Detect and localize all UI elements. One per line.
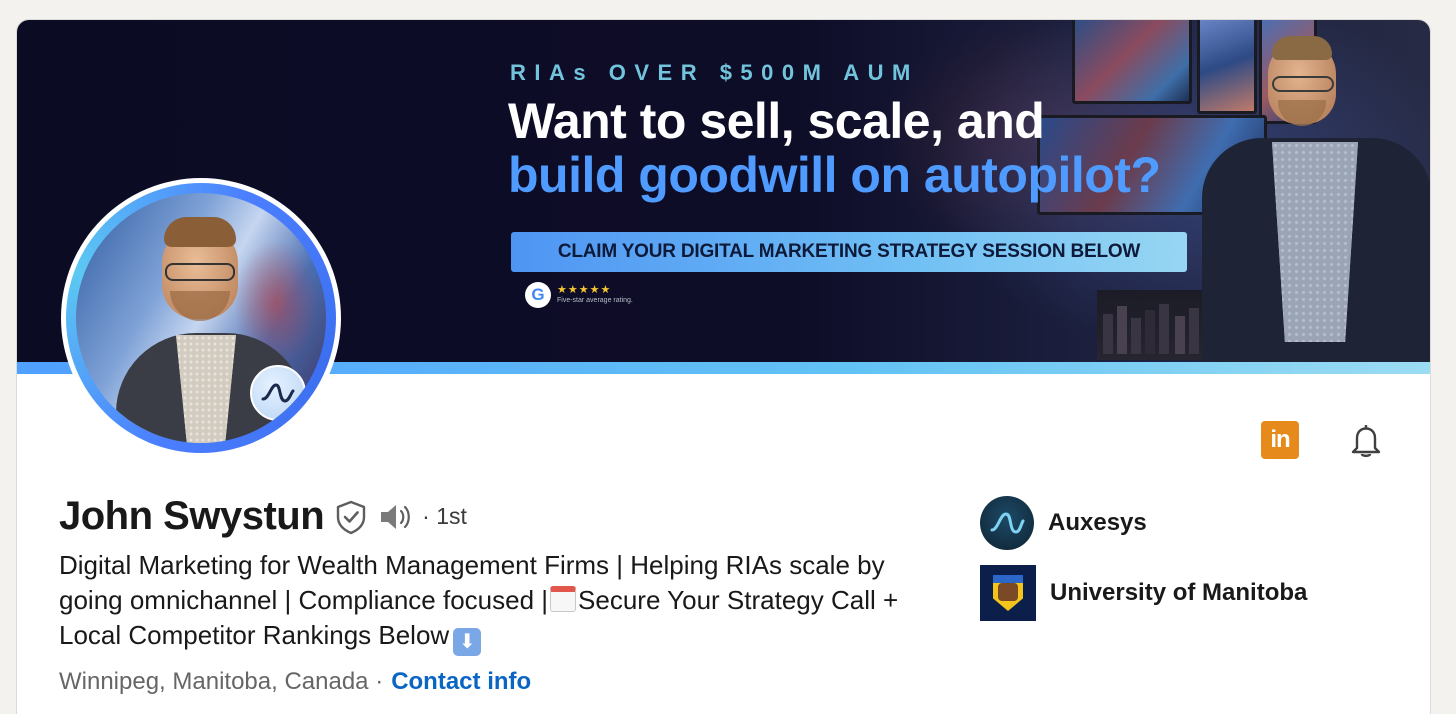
banner-kicker: RIAs OVER $500M AUM — [510, 60, 919, 85]
calendar-emoji-icon — [550, 586, 577, 612]
affiliation-education[interactable]: University of Manitoba — [980, 565, 1307, 621]
linkedin-icon[interactable]: in — [1261, 421, 1299, 459]
profile-name-row: John Swystun · 1st — [59, 494, 467, 539]
university-crest-icon — [980, 565, 1036, 621]
speaker-icon[interactable] — [378, 502, 416, 532]
rating-caption: Five-star average rating. — [557, 297, 633, 304]
profile-name: John Swystun — [59, 494, 325, 538]
bell-icon[interactable] — [1347, 420, 1385, 460]
google-icon: G — [525, 282, 551, 308]
banner-screen — [1072, 20, 1192, 104]
rating-stars: ★★★★★ — [557, 284, 612, 296]
auxesys-badge-icon — [250, 365, 306, 421]
avatar-photo — [76, 193, 326, 443]
verified-shield-icon[interactable] — [334, 499, 368, 535]
affiliation-label: Auxesys — [1048, 509, 1147, 536]
profile-avatar[interactable] — [61, 178, 341, 458]
banner-person-photo — [1202, 36, 1430, 364]
banner-headline-line1: Want to sell, scale, and — [508, 93, 1045, 149]
down-arrow-emoji-icon: ⬇ — [453, 628, 482, 656]
contact-info-link[interactable]: Contact info — [391, 668, 531, 696]
profile-location: Winnipeg, Manitoba, Canada · — [59, 668, 384, 695]
banner-bookshelf — [1097, 290, 1207, 360]
banner-headline-line2: build goodwill on autopilot? — [508, 147, 1161, 203]
profile-location-row: Winnipeg, Manitoba, Canada · Contact inf… — [59, 668, 531, 696]
affiliation-company[interactable]: Auxesys — [980, 496, 1147, 550]
profile-headline: Digital Marketing for Wealth Management … — [59, 548, 949, 656]
auxesys-logo-icon — [980, 496, 1034, 550]
banner-cta: CLAIM YOUR DIGITAL MARKETING STRATEGY SE… — [511, 232, 1187, 272]
connection-degree: · 1st — [422, 503, 467, 529]
profile-top-actions: in — [1261, 420, 1385, 460]
profile-card: RIAs OVER $500M AUM Want to sell, scale,… — [17, 20, 1430, 714]
banner-rating: G ★★★★★ Five-star average rating. — [525, 282, 633, 308]
affiliation-label: University of Manitoba — [1050, 579, 1308, 606]
